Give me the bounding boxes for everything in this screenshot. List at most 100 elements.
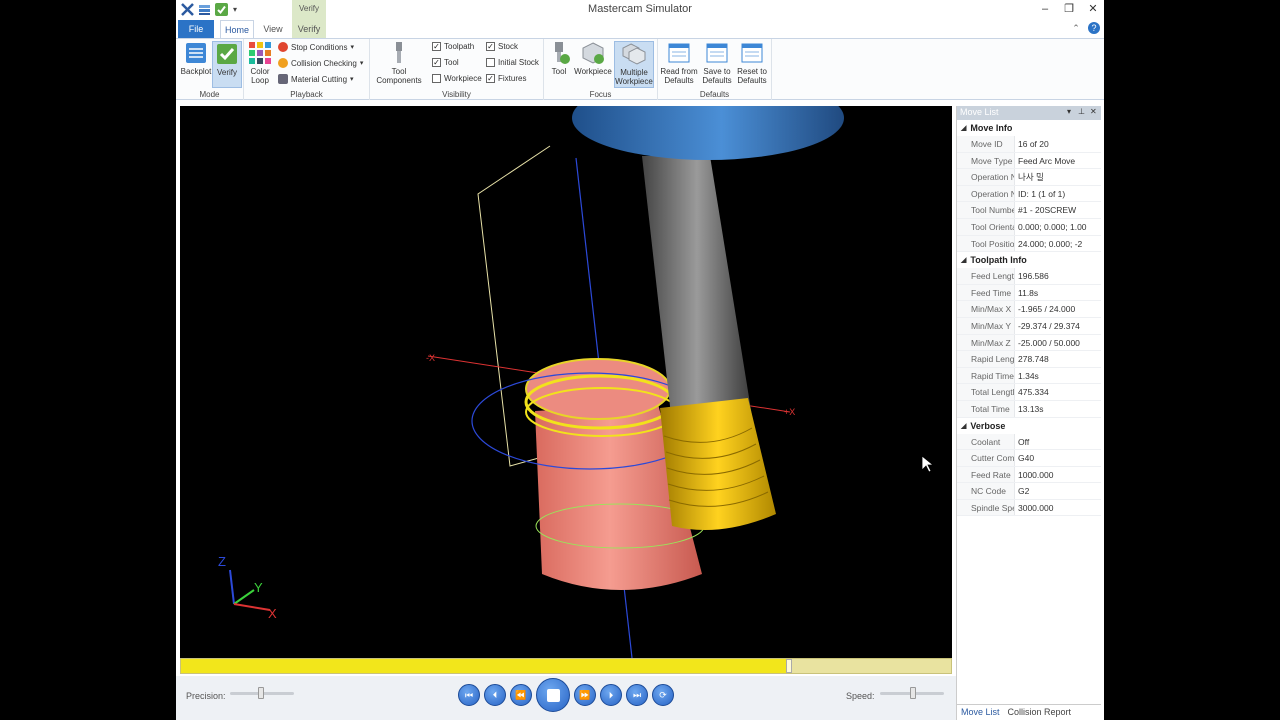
property-row[interactable]: Total Time 13.13s (957, 400, 1101, 418)
precision-slider-knob[interactable] (258, 687, 264, 699)
simulation-viewport[interactable]: -X +X Z Y X (180, 106, 952, 658)
property-row[interactable]: Operation NuID: 1 (1 of 1) (957, 185, 1101, 203)
go-to-end-button[interactable]: ⏭ (626, 684, 648, 706)
color-loop-button[interactable]: Color Loop (248, 41, 272, 85)
checkbox-tool[interactable]: ✓ (432, 58, 441, 67)
tool-components-button[interactable]: Tool Components (372, 41, 426, 85)
property-row[interactable]: Min/Max Y -29.374 / 29.374 (957, 317, 1101, 335)
property-row[interactable]: Spindle Speed3000.000 (957, 499, 1101, 517)
checkbox-stock[interactable]: ✓ (486, 42, 495, 51)
property-row[interactable]: Tool Position 24.000; 0.000; -2 (957, 235, 1101, 253)
tab-move-list[interactable]: Move List (957, 705, 1004, 720)
property-row[interactable]: Rapid Length278.748 (957, 351, 1101, 368)
toolpath-checkbox[interactable]: ✓ Toolpath (432, 42, 474, 51)
property-row[interactable]: Feed Length 196.586 (957, 268, 1101, 285)
stop-icon (546, 688, 560, 702)
scene-graphic: -X +X Z Y X (218, 106, 935, 658)
property-value: 278.748 (1018, 354, 1049, 365)
ribbon-group-defaults: Read from Defaults Save to Defaults Rese… (658, 39, 772, 100)
collapse-triangle-icon[interactable]: ◢ (961, 256, 966, 264)
ribbon-group-playback: Color Loop Stop Conditions ▾ Collision C… (244, 39, 370, 100)
property-row[interactable]: Coolant Off (957, 433, 1101, 451)
panel-dropdown-icon[interactable]: ▾ (1067, 107, 1071, 116)
pin-icon[interactable]: ⊥ (1078, 107, 1085, 116)
property-row[interactable]: Min/Max X -1.965 / 24.000 (957, 301, 1101, 318)
stop-button[interactable] (536, 678, 570, 712)
loop-button[interactable]: ⟳ (652, 684, 674, 706)
focus-workpiece-button[interactable]: Workpiece (574, 41, 612, 76)
step-forward-button[interactable]: ⏵ (600, 684, 622, 706)
property-row[interactable]: Move ID 16 of 20 (957, 136, 1101, 153)
checkbox-initial-stock[interactable] (486, 58, 495, 67)
property-row[interactable]: Min/Max Z -25.000 / 50.000 (957, 334, 1101, 352)
tab-verify[interactable]: Verify (292, 20, 326, 38)
backplot-button[interactable]: Backplot (180, 41, 212, 76)
ribbon-tabs: File Home View Verify ⌃ ? (176, 20, 1104, 38)
neg-x-label: -X (426, 353, 435, 363)
collapse-triangle-icon[interactable]: ◢ (961, 422, 966, 430)
collision-checking-button[interactable]: Collision Checking ▾ (278, 58, 363, 68)
property-row[interactable]: Operation Na나사 밀 (957, 169, 1101, 186)
property-category[interactable]: ◢ Move Info (957, 120, 1101, 136)
speed-label: Speed: (846, 691, 875, 701)
move-list-title: Move List (960, 107, 999, 117)
collapse-ribbon-icon[interactable]: ⌃ (1070, 22, 1082, 34)
stock-checkbox[interactable]: ✓ Stock (486, 42, 518, 51)
property-row[interactable]: Tool Number #1 - 20SCREW (957, 202, 1101, 219)
tab-collision-report[interactable]: Collision Report (1004, 705, 1076, 720)
precision-slider[interactable] (230, 687, 294, 699)
collapse-triangle-icon[interactable]: ◢ (961, 124, 966, 132)
speed-slider-knob[interactable] (910, 687, 916, 699)
property-key: Feed Length (957, 268, 1015, 284)
close-icon[interactable]: ✕ (1086, 2, 1100, 16)
panel-close-icon[interactable]: ✕ (1090, 107, 1097, 116)
reset-to-defaults-button[interactable]: Reset to Defaults (734, 41, 770, 85)
checkbox-fixtures[interactable]: ✓ (486, 74, 495, 83)
tab-view[interactable]: View (258, 20, 288, 38)
checkbox-workpiece[interactable] (432, 74, 441, 83)
go-to-start-button[interactable]: ⏮ (458, 684, 480, 706)
property-key: Min/Max X (957, 301, 1015, 317)
property-row[interactable]: Rapid Time 1.34s (957, 367, 1101, 385)
restore-icon[interactable]: ❐ (1062, 2, 1076, 16)
help-icon[interactable]: ? (1088, 22, 1100, 34)
speed-slider[interactable] (880, 687, 944, 699)
play-button[interactable]: ⏩ (574, 684, 596, 706)
checkbox-toolpath[interactable]: ✓ (432, 42, 441, 51)
playback-progress-bar[interactable] (180, 658, 952, 674)
tab-home[interactable]: Home (220, 20, 254, 38)
property-category[interactable]: ◢ Verbose (957, 418, 1101, 434)
verify-button[interactable]: Verify (212, 41, 242, 88)
initial-stock-checkbox[interactable]: Initial Stock (486, 58, 539, 67)
material-cutting-button[interactable]: Material Cutting ▾ (278, 74, 354, 84)
property-value: 24.000; 0.000; -2 (1018, 238, 1083, 249)
loop-icon: ⟳ (659, 689, 667, 700)
save-to-defaults-button[interactable]: Save to Defaults (700, 41, 734, 85)
read-from-defaults-button[interactable]: Read from Defaults (660, 41, 698, 85)
stock-label: Stock (498, 42, 519, 51)
property-row[interactable]: Feed Rate 1000.000 (957, 466, 1101, 484)
workpiece-checkbox[interactable]: Workpiece (432, 74, 482, 83)
focus-tool-button[interactable]: Tool (546, 41, 572, 76)
focus-tool-label: Tool (551, 67, 567, 76)
property-row[interactable]: Total Length 475.334 (957, 384, 1101, 401)
tab-file[interactable]: File (178, 20, 214, 38)
property-row[interactable]: Move Type Feed Arc Move (957, 152, 1101, 170)
minimize-icon[interactable]: – (1038, 2, 1052, 16)
fixtures-checkbox[interactable]: ✓ Fixtures (486, 74, 526, 83)
property-row[interactable]: Tool Orientati0.000; 0.000; 1.00 (957, 218, 1101, 236)
property-row[interactable]: Cutter Comp G40 (957, 450, 1101, 467)
stop-conditions-button[interactable]: Stop Conditions ▾ (278, 42, 354, 52)
multiple-workpiece-button[interactable]: Multiple Workpiece (614, 41, 654, 88)
tool-checkbox[interactable]: ✓ Tool (432, 58, 459, 67)
property-value: 196.586 (1018, 271, 1049, 282)
property-category[interactable]: ◢ Toolpath Info (957, 252, 1101, 268)
progress-thumb[interactable] (786, 659, 793, 673)
rewind-button[interactable]: ⏪ (510, 684, 532, 706)
property-row[interactable]: NC Code G2 (957, 483, 1101, 500)
property-key: Min/Max Y (957, 317, 1015, 334)
property-row[interactable]: Feed Time 11.8s (957, 284, 1101, 302)
multiple-workpiece-label-2: Workpiece (615, 77, 653, 86)
step-back-button[interactable]: ⏴ (484, 684, 506, 706)
property-value: Off (1018, 436, 1030, 447)
